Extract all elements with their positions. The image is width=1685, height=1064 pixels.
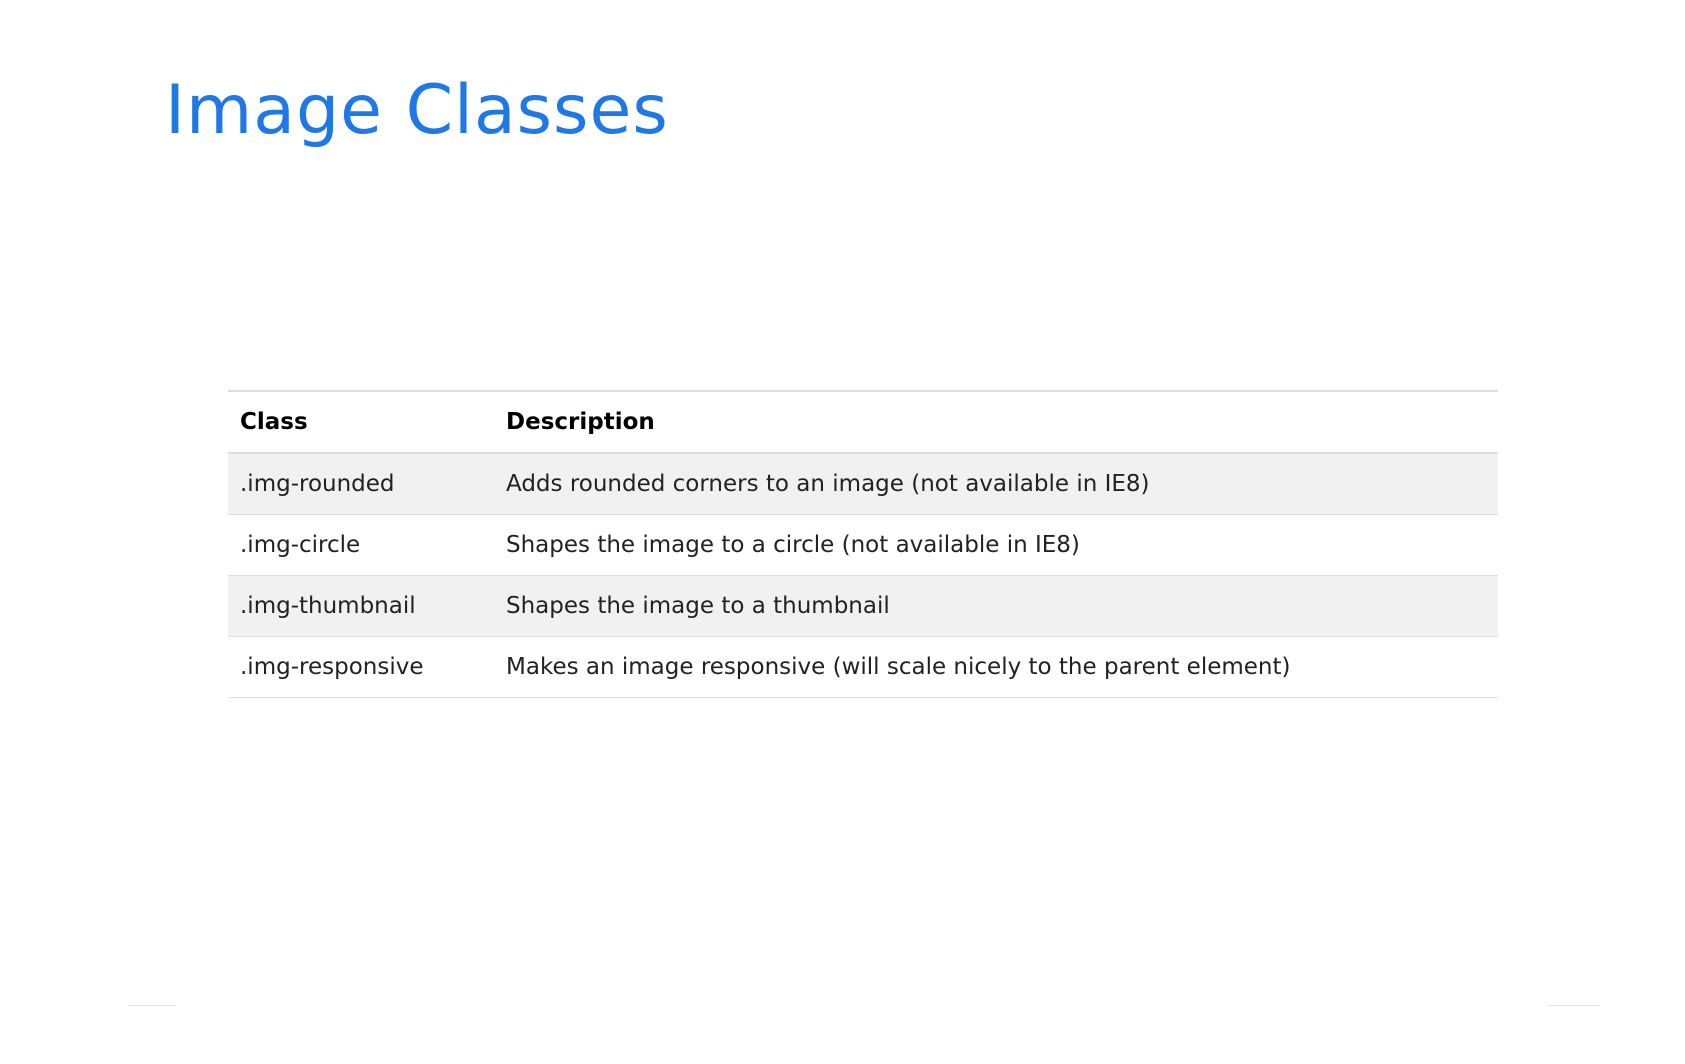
footer-divider-right — [1548, 1005, 1600, 1006]
cell-class: .img-rounded — [228, 453, 494, 515]
cell-description: Makes an image responsive (will scale ni… — [494, 636, 1498, 698]
cell-description: Adds rounded corners to an image (not av… — [494, 453, 1498, 515]
table-header-row: Class Description — [228, 391, 1498, 453]
image-classes-table-container: Class Description .img-rounded Adds roun… — [228, 390, 1498, 698]
table-row: .img-responsive Makes an image responsiv… — [228, 636, 1498, 698]
footer-divider-left — [128, 1005, 176, 1006]
table-row: .img-rounded Adds rounded corners to an … — [228, 453, 1498, 515]
header-class: Class — [240, 409, 308, 435]
cell-description: Shapes the image to a thumbnail — [494, 575, 1498, 637]
table-row: .img-circle Shapes the image to a circle… — [228, 514, 1498, 576]
cell-class: .img-thumbnail — [228, 575, 494, 637]
header-description: Description — [506, 409, 655, 435]
cell-class: .img-responsive — [228, 636, 494, 698]
image-classes-table: Class Description .img-rounded Adds roun… — [228, 390, 1498, 698]
table-row: .img-thumbnail Shapes the image to a thu… — [228, 575, 1498, 637]
table-body: .img-rounded Adds rounded corners to an … — [228, 453, 1498, 698]
table-header: Class Description — [228, 391, 1498, 453]
cell-description: Shapes the image to a circle (not availa… — [494, 514, 1498, 576]
slide-title: Image Classes — [165, 71, 669, 150]
cell-class: .img-circle — [228, 514, 494, 576]
